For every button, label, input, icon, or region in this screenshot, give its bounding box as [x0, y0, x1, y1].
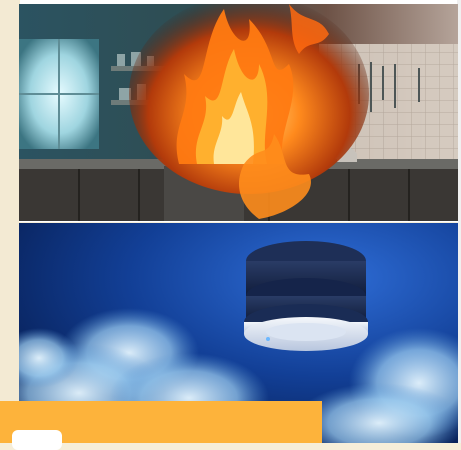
orange-banner — [0, 401, 322, 450]
banner-button[interactable] — [12, 430, 62, 450]
left-margin — [0, 0, 20, 443]
smoke-detector — [244, 241, 368, 351]
kitchen-fire-illustration — [19, 4, 458, 221]
kitchen-fire-image — [19, 4, 458, 222]
